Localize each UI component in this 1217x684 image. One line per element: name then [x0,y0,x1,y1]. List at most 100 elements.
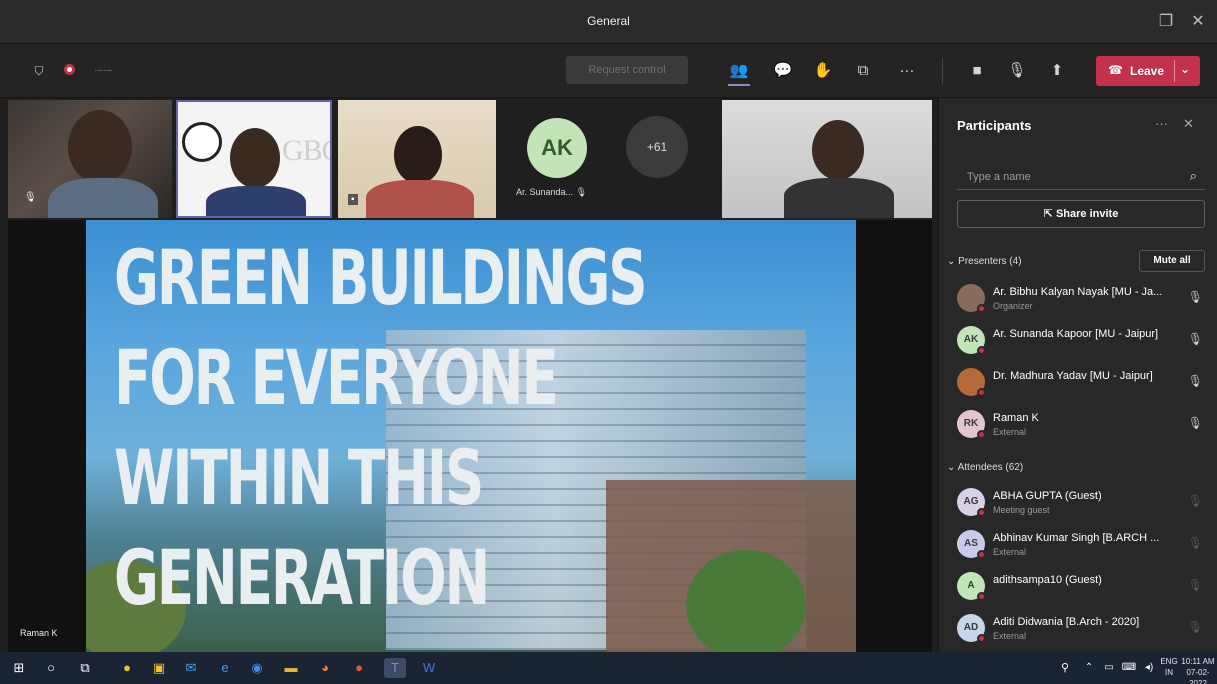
participant-row[interactable]: Aadithsampa10 (Guest) 🎙 [957,570,1209,604]
share-invite-button[interactable]: ⇱ Share invite [957,200,1205,228]
participant-row[interactable]: AD Aditi Didwania [B.Arch - 2020] External… [957,612,1209,646]
participant-role: External [993,427,1027,437]
status-badge [977,508,986,517]
store-icon[interactable]: ▣ [148,658,170,678]
chat-icon[interactable]: 💬 [770,58,796,84]
participant-role: External [993,631,1027,641]
mic-off-icon: 🎙 [575,187,587,197]
people-icon[interactable]: ⚲ [1054,658,1076,678]
tile-name: Ar. Sunanda... 🎙 [516,187,587,198]
slide-heading-line: GENERATION [114,533,490,622]
word-icon[interactable]: W [418,658,440,678]
chevron-down-icon: ⌄ [947,462,958,473]
volume-icon[interactable]: ◂) [1138,658,1160,678]
panel-title: Participants [957,118,1032,133]
mic-off-icon[interactable]: 🎙 [1004,58,1030,84]
mute-all-button[interactable]: Mute all [1139,250,1205,272]
participant-row[interactable]: AK Ar. Sunanda Kapoor [MU - Jaipur] 🎙 [957,324,1209,358]
participants-panel: Participants ··· ✕ Type a name ⌕ ⇱ Share… [938,98,1217,652]
toolbar-divider [942,58,943,84]
chevron-down-icon[interactable]: ⌄ [1180,62,1190,76]
leave-button[interactable]: ☎ Leave ⌄ [1096,56,1200,86]
mic-icon[interactable]: 🎙 [1188,578,1203,592]
windows-taskbar: ⊞ ○ ⧉ ● ▣ ✉ e ◉ ▬ ◕ ● T W ⚲ ⌃ ▭ ⌨ ◂) ENG… [0,652,1217,684]
language-indicator[interactable]: ENG IN [1158,656,1180,678]
browser-icon[interactable]: ◉ [246,658,268,678]
participant-name: ABHA GUPTA (Guest) [993,490,1102,502]
share-tray-icon[interactable]: ⬆ [1044,58,1070,84]
participant-row[interactable]: AS Abhinav Kumar Singh [B.ARCH ... Externa… [957,528,1209,562]
seal-icon [182,122,222,162]
leave-label: Leave [1130,64,1165,78]
search-icon[interactable]: ⌕ [1190,168,1197,184]
search-input[interactable]: Type a name ⌕ [957,164,1205,190]
network-icon[interactable]: ⌨ [1118,658,1140,678]
video-tile[interactable] [722,100,932,218]
participant-row[interactable]: RK Raman K External 🎙 [957,408,1209,442]
close-icon[interactable]: ✕ [1183,116,1194,132]
video-tile[interactable]: 🎙 [8,100,172,218]
participant-video-body [784,178,894,218]
participant-video-body [206,186,306,216]
file-explorer-icon[interactable]: ▬ [280,658,302,678]
participant-row[interactable]: Dr. Madhura Yadav [MU - Jaipur] 🎙 [957,366,1209,400]
mic-icon[interactable]: 🎙 [1188,374,1203,388]
tile-name-text: Ar. Sunanda... [516,187,574,197]
firefox-icon[interactable]: ◕ [314,658,336,678]
timer-icon: ·–·– [94,65,112,76]
status-badge [977,304,986,313]
chevron-down-icon: ⌄ [947,256,959,267]
mic-icon[interactable]: 🎙 [1188,620,1203,634]
participant-video [68,110,132,184]
clock[interactable]: 10:11 AM 07-02-2022 [1181,656,1215,684]
close-icon[interactable]: ✕ [1186,10,1210,34]
search-icon[interactable]: ○ [40,658,62,678]
share-icon: ⇱ [1043,208,1056,220]
more-actions-button[interactable]: ··· [894,58,920,84]
mic-icon[interactable]: 🎙 [1188,494,1203,508]
active-tab-indicator [728,84,750,86]
chrome-icon[interactable]: ● [348,658,370,678]
title-bar: General ❐ ✕ [0,0,1217,44]
teams-icon[interactable]: T [384,658,406,678]
chrome-icon[interactable]: ● [116,658,138,678]
video-tile-pinned[interactable]: GBC [176,100,332,218]
mic-icon[interactable]: 🎙 [1188,416,1203,430]
windows-start-icon[interactable]: ⊞ [8,658,30,678]
more-participants-tile[interactable]: +61 [626,116,688,178]
raise-hand-icon[interactable]: ✋ [810,58,836,84]
participant-row[interactable]: AG ABHA GUPTA (Guest) Meeting guest 🎙 [957,486,1209,520]
clock-date: 07-02-2022 [1186,668,1210,684]
tree-image [686,550,806,652]
task-view-icon[interactable]: ⧉ [74,658,96,678]
battery-icon[interactable]: ▭ [1098,658,1120,678]
rooms-icon[interactable]: ⧉ [850,58,876,84]
attendees-section-header[interactable]: ⌄ Attendees (62) [947,462,1023,473]
participant-video [230,128,280,188]
mic-icon[interactable]: 🎙 [1188,536,1203,550]
mic-icon[interactable]: 🎙 [1188,290,1203,304]
chevron-up-icon[interactable]: ⌃ [1078,658,1100,678]
more-options-icon[interactable]: ··· [1155,116,1168,131]
status-badge [977,592,986,601]
slide-heading-line: WITHIN THIS [114,433,484,522]
restore-icon[interactable]: ❐ [1154,10,1178,34]
camera-icon[interactable]: ■ [964,58,990,84]
avatar[interactable]: AK [527,118,587,178]
mic-off-icon: 🎙 [24,192,37,203]
meeting-toolbar: ⛉ ·–·– Request control 👥 💬 ✋ ⧉ ··· ■ 🎙 ⬆… [0,44,1217,98]
participant-row[interactable]: Ar. Bibhu Kalyan Nayak [MU - Ja... Organi… [957,282,1209,316]
shared-slide: GREEN BUILDINGS FOR EVERYONE WITHIN THIS… [86,220,856,652]
leave-split [1174,60,1175,82]
edge-icon[interactable]: e [214,658,236,678]
mail-icon[interactable]: ✉ [180,658,202,678]
video-tile[interactable]: ▪ [338,100,496,218]
participant-video-body [48,178,158,218]
participant-video [812,120,864,180]
request-control-button[interactable]: Request control [566,56,688,84]
presenters-section-header[interactable]: ⌄ Presenters (4) [947,256,1022,267]
participant-name: Ar. Bibhu Kalyan Nayak [MU - Ja... [993,286,1163,298]
participants-icon[interactable]: 👥 [726,58,752,84]
participant-name: adithsampa10 (Guest) [993,574,1102,586]
mic-icon[interactable]: 🎙 [1188,332,1203,346]
